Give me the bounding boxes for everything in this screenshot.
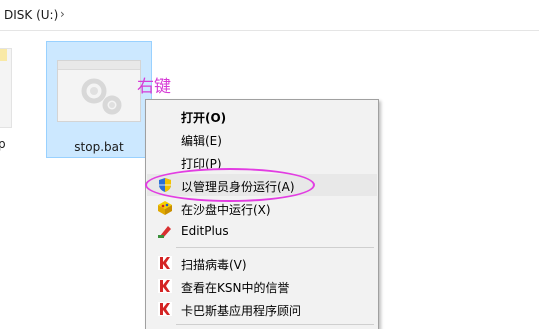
kaspersky-icon <box>158 256 172 270</box>
menu-item-label: 打开(O) <box>181 111 227 125</box>
menu-item-ksn-reputation[interactable]: 查看在KSN中的信誉 <box>147 275 377 297</box>
menu-item-label: 扫描病毒(V) <box>181 258 247 272</box>
menu-item-editplus[interactable]: EditPlus <box>147 220 377 242</box>
address-bar[interactable]: DISK (U:) › <box>0 0 539 31</box>
gears-icon <box>81 78 122 115</box>
partial-file-caption: p <box>0 137 6 151</box>
folder-icon <box>0 49 7 61</box>
menu-item-label: 查看在KSN中的信誉 <box>181 281 290 295</box>
menu-item-print[interactable]: 打印(P) <box>147 151 377 173</box>
menu-item-label: 编辑(E) <box>181 134 222 148</box>
menu-item-label: 卡巴斯基应用程序顾问 <box>181 304 302 318</box>
right-click-annotation: 右键 <box>137 77 171 97</box>
menu-item-label: EditPlus <box>181 224 229 238</box>
menu-item-run-sandboxed[interactable]: 在沙盘中运行(X) <box>147 197 377 219</box>
address-path[interactable]: DISK (U:) <box>4 8 58 22</box>
menu-separator <box>176 324 374 325</box>
menu-item-scan-virus[interactable]: 扫描病毒(V) <box>147 252 377 274</box>
batch-file-icon <box>57 60 141 122</box>
uac-shield-icon <box>159 178 171 192</box>
menu-separator <box>176 247 374 248</box>
editplus-icon <box>158 226 171 238</box>
menu-item-open[interactable]: 打开(O) <box>147 105 377 127</box>
kaspersky-icon <box>158 279 172 293</box>
file-item-stop-bat[interactable]: stop.bat <box>46 41 152 158</box>
explorer-window: DISK (U:) › p stop.bat 右键 打开(O) 编辑(E) 打印… <box>0 0 539 329</box>
file-name-label: stop.bat <box>74 140 124 154</box>
partial-file-icon[interactable] <box>0 48 12 128</box>
menu-item-label: 打印(P) <box>181 157 222 171</box>
menu-item-label: 以管理员身份运行(A) <box>181 180 295 194</box>
menu-item-app-advisor[interactable]: 卡巴斯基应用程序顾问 <box>147 298 377 320</box>
chevron-right-icon[interactable]: › <box>60 7 65 21</box>
menu-item-run-as-admin[interactable]: 以管理员身份运行(A) <box>147 174 377 196</box>
kaspersky-icon <box>158 302 172 316</box>
sandboxie-icon <box>158 201 172 215</box>
menu-item-edit[interactable]: 编辑(E) <box>147 128 377 150</box>
context-menu: 打开(O) 编辑(E) 打印(P) 以管理员身份运行(A) 在沙盘中运行(X) … <box>145 99 379 329</box>
menu-item-label: 在沙盘中运行(X) <box>181 203 271 217</box>
